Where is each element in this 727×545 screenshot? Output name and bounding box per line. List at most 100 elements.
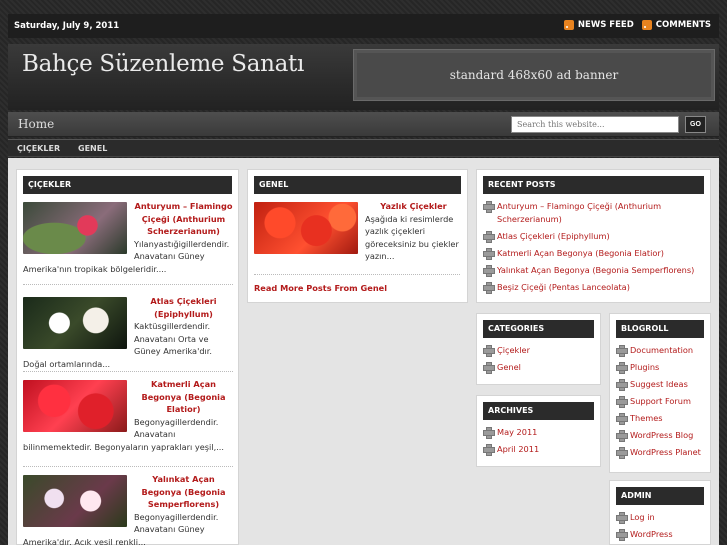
- nav-home-link[interactable]: Home: [18, 117, 54, 131]
- site-header: Bahçe Süzenleme Sanatı standard 468x60 a…: [8, 44, 719, 110]
- recent-post-link[interactable]: Anturyum – Flamingo Çiçeği (Anthurium Sc…: [497, 200, 704, 226]
- blogroll-link[interactable]: Documentation: [630, 344, 693, 357]
- recent-post-link[interactable]: Yalınkat Açan Begonya (Begonia Semperflo…: [497, 264, 694, 277]
- recent-post-link[interactable]: Beşiz Çiçeği (Pentas Lanceolata): [497, 281, 630, 294]
- admin-link[interactable]: Log in: [630, 511, 655, 524]
- search-input[interactable]: [511, 116, 679, 133]
- list-item[interactable]: WordPress Planet: [616, 446, 704, 459]
- recent-posts-list: Anturyum – Flamingo Çiçeği (Anthurium Sc…: [477, 200, 710, 294]
- archive-link[interactable]: May 2011: [497, 426, 537, 439]
- search-go-button[interactable]: GO: [685, 116, 706, 133]
- divider: [23, 284, 233, 285]
- plus-icon: [616, 396, 628, 408]
- list-item[interactable]: Anturyum – Flamingo Çiçeği (Anthurium Sc…: [483, 200, 704, 226]
- current-date: Saturday, July 9, 2011: [14, 21, 120, 31]
- list-item[interactable]: WordPress Blog: [616, 429, 704, 442]
- post-thumbnail[interactable]: [23, 475, 127, 527]
- post-thumbnail[interactable]: [23, 297, 127, 349]
- list-item[interactable]: WordPress: [616, 528, 704, 541]
- list-item: Katmerli Açan Begonya (Begonia Elatior) …: [23, 378, 233, 453]
- list-item: Yalınkat Açan Begonya (Begonia Semperflo…: [23, 473, 233, 545]
- plus-icon: [483, 444, 495, 456]
- plus-icon: [616, 529, 628, 541]
- list-item[interactable]: Yalınkat Açan Begonya (Begonia Semperflo…: [483, 264, 704, 277]
- ad-banner[interactable]: standard 468x60 ad banner: [353, 49, 715, 101]
- list-item[interactable]: Suggest Ideas: [616, 378, 704, 391]
- plus-icon: [616, 413, 628, 425]
- list-item[interactable]: Beşiz Çiçeği (Pentas Lanceolata): [483, 281, 704, 294]
- list-item[interactable]: Plugins: [616, 361, 704, 374]
- widget-title: ARCHIVES: [483, 402, 594, 420]
- catbar-item-genel[interactable]: GENEL: [78, 144, 107, 153]
- list-item[interactable]: Themes: [616, 412, 704, 425]
- list-item[interactable]: Documentation: [616, 344, 704, 357]
- divider: [254, 274, 460, 275]
- column-title: ÇIÇEKLER: [23, 176, 232, 194]
- plus-icon: [483, 362, 495, 374]
- plus-icon: [616, 345, 628, 357]
- site-title[interactable]: Bahçe Süzenleme Sanatı: [22, 51, 304, 77]
- recent-post-link[interactable]: Atlas Çiçekleri (Epiphyllum): [497, 230, 610, 243]
- plus-icon: [616, 447, 628, 459]
- plus-icon: [483, 201, 495, 213]
- widget-title: RECENT POSTS: [483, 176, 704, 194]
- catbar-item-cicekler[interactable]: ÇIÇEKLER: [17, 144, 60, 153]
- list-item: Yazlık Çiçekler Aşağıda ki resimlerde ya…: [254, 200, 462, 263]
- post-thumbnail[interactable]: [23, 380, 127, 432]
- admin-link[interactable]: WordPress: [630, 528, 673, 541]
- list-item[interactable]: Genel: [483, 361, 594, 374]
- comments-feed-link[interactable]: COMMENTS: [641, 20, 711, 30]
- news-feed-label: NEWS FEED: [577, 20, 634, 30]
- category-nav: ÇIÇEKLER GENEL: [8, 139, 719, 157]
- blogroll-link[interactable]: WordPress Blog: [630, 429, 693, 442]
- plus-icon: [483, 248, 495, 260]
- blogroll-link[interactable]: Suggest Ideas: [630, 378, 688, 391]
- plus-icon: [483, 345, 495, 357]
- category-link[interactable]: Çiçekler: [497, 344, 530, 357]
- post-excerpt: Aşağıda ki resimlerde yazlık çiçekleri g…: [365, 213, 459, 262]
- archives-widget: ARCHIVES May 2011 April 2011: [476, 395, 601, 467]
- news-feed-link[interactable]: NEWS FEED: [563, 20, 634, 30]
- blogroll-link[interactable]: Plugins: [630, 361, 659, 374]
- plus-icon: [616, 430, 628, 442]
- divider: [23, 466, 233, 467]
- top-bar: Saturday, July 9, 2011 NEWS FEED COMMENT…: [8, 14, 719, 38]
- blogroll-link[interactable]: Themes: [630, 412, 663, 425]
- admin-list: Log in WordPress: [610, 511, 710, 541]
- list-item[interactable]: Atlas Çiçekleri (Epiphyllum): [483, 230, 704, 243]
- plus-icon: [483, 427, 495, 439]
- plus-icon: [483, 265, 495, 277]
- list-item: Atlas Çiçekleri (Epiphyllum) Kaktüsgille…: [23, 295, 233, 370]
- plus-icon: [616, 379, 628, 391]
- blogroll-link[interactable]: WordPress Planet: [630, 446, 701, 459]
- categories-widget: CATEGORIES Çiçekler Genel: [476, 313, 601, 385]
- feed-links: NEWS FEED COMMENTS: [563, 20, 711, 30]
- column-title: GENEL: [254, 176, 461, 194]
- list-item[interactable]: Çiçekler: [483, 344, 594, 357]
- recent-post-link[interactable]: Katmerli Açan Begonya (Begonia Elatior): [497, 247, 664, 260]
- rss-icon: [563, 20, 574, 30]
- blogroll-link[interactable]: Support Forum: [630, 395, 691, 408]
- list-item[interactable]: Katmerli Açan Begonya (Begonia Elatior): [483, 247, 704, 260]
- plus-icon: [616, 362, 628, 374]
- post-thumbnail[interactable]: [254, 202, 358, 254]
- widget-title: ADMIN: [616, 487, 704, 505]
- list-item[interactable]: April 2011: [483, 443, 594, 456]
- post-thumbnail[interactable]: [23, 202, 127, 254]
- plus-icon: [483, 282, 495, 294]
- blogroll-widget: BLOGROLL Documentation Plugins Suggest I…: [609, 313, 711, 473]
- list-item: Anturyum – Flamingo Çiçeği (Anthurium Sc…: [23, 200, 233, 275]
- list-item[interactable]: Support Forum: [616, 395, 704, 408]
- blogroll-list: Documentation Plugins Suggest Ideas Supp…: [610, 344, 710, 459]
- read-more-link[interactable]: Read More Posts From Genel: [254, 283, 387, 293]
- plus-icon: [616, 512, 628, 524]
- rss-icon: [641, 20, 652, 30]
- cicekler-column: ÇIÇEKLER Anturyum – Flamingo Çiçeği (Ant…: [16, 169, 239, 545]
- category-link[interactable]: Genel: [497, 361, 521, 374]
- list-item[interactable]: May 2011: [483, 426, 594, 439]
- archives-list: May 2011 April 2011: [477, 426, 600, 456]
- categories-list: Çiçekler Genel: [477, 344, 600, 374]
- list-item[interactable]: Log in: [616, 511, 704, 524]
- comments-feed-label: COMMENTS: [655, 20, 711, 30]
- archive-link[interactable]: April 2011: [497, 443, 539, 456]
